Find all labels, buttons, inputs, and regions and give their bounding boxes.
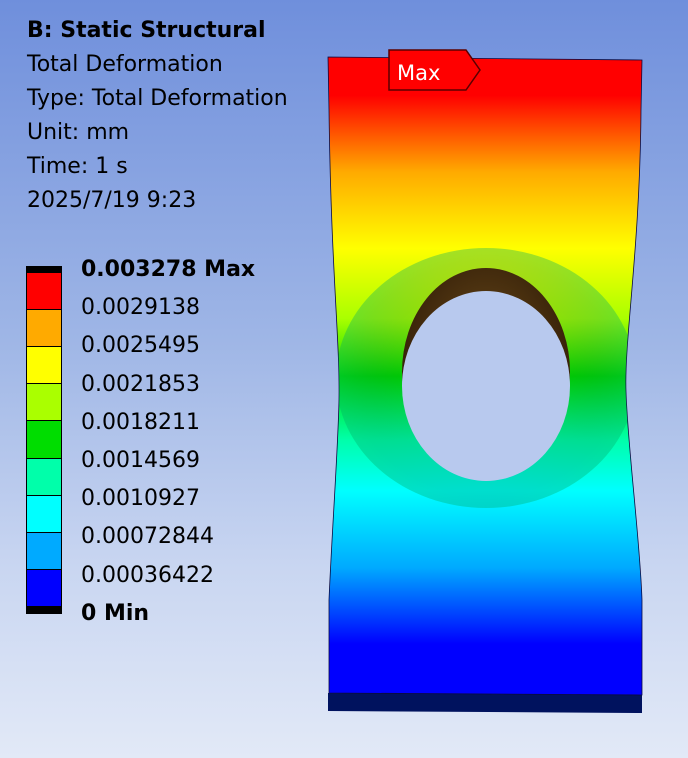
- graphics-viewport[interactable]: Max: [0, 0, 688, 758]
- max-probe-tag[interactable]: Max: [388, 49, 481, 91]
- plate-side-face: [328, 693, 642, 713]
- hole-opening: [402, 291, 570, 481]
- max-probe-label: Max: [397, 61, 440, 85]
- plate-model[interactable]: [327, 56, 643, 713]
